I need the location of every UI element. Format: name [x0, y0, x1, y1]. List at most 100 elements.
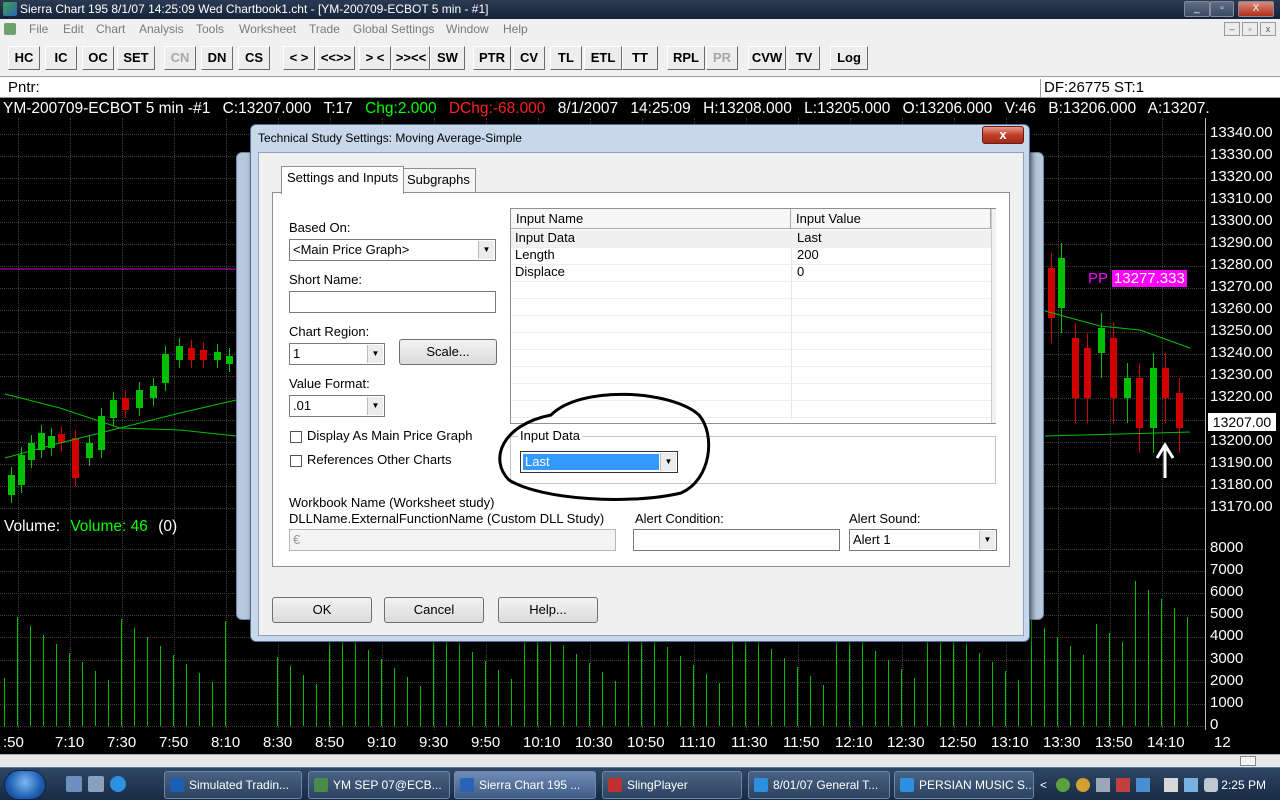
toolbar-button-sw[interactable]: SW — [430, 46, 465, 70]
short-name-input[interactable] — [289, 291, 496, 313]
based-on-select[interactable]: <Main Price Graph> ▼ — [289, 239, 496, 261]
toolbar-button-etl[interactable]: ETL — [584, 46, 622, 70]
menu-window[interactable]: Window — [446, 22, 489, 36]
menu-tools[interactable]: Tools — [196, 22, 224, 36]
show-desktop-icon[interactable] — [66, 776, 82, 792]
input-value-cell[interactable]: 200 — [793, 247, 819, 264]
network-icon[interactable] — [1164, 778, 1178, 792]
menu-edit[interactable]: Edit — [63, 22, 84, 36]
price-tick-label: 13340.00 — [1210, 124, 1273, 141]
display-main-checkbox[interactable] — [290, 431, 302, 443]
menu-worksheet[interactable]: Worksheet — [239, 22, 296, 36]
toolbar-button-tt[interactable]: TT — [622, 46, 658, 70]
close-button[interactable]: X — [1238, 1, 1274, 17]
volume-icon[interactable] — [1204, 778, 1218, 792]
internet-explorer-icon[interactable] — [110, 776, 126, 792]
menu-analysis[interactable]: Analysis — [139, 22, 184, 36]
switch-windows-icon[interactable] — [88, 776, 104, 792]
input-name-cell[interactable]: Input Data — [511, 230, 575, 247]
mdi-minimize-button[interactable]: – — [1224, 22, 1240, 36]
network-icon[interactable] — [1184, 778, 1198, 792]
task-label: 8/01/07 General T... — [773, 778, 879, 792]
toolbar-button-cn[interactable]: CN — [164, 46, 196, 70]
price-tick-label: 13250.00 — [1210, 322, 1273, 339]
toolbar-button-cvw[interactable]: CVW — [748, 46, 786, 70]
restore-button[interactable]: ▫ — [1210, 1, 1234, 17]
mdi-close-button[interactable]: x — [1260, 22, 1276, 36]
taskbar-task[interactable]: 8/01/07 General T... — [748, 771, 890, 799]
scale-button[interactable]: Scale... — [399, 339, 497, 365]
dialog-close-button[interactable]: x — [982, 126, 1024, 144]
toolbar-button-hc[interactable]: HC — [8, 46, 40, 70]
mdi-restore-button[interactable]: ▫ — [1242, 22, 1258, 36]
toolbar-button-xxx[interactable]: > < — [359, 46, 391, 70]
references-other-checkbox[interactable] — [290, 455, 302, 467]
toolbar-button-log[interactable]: Log — [830, 46, 868, 70]
tab-subgraphs[interactable]: Subgraphs — [401, 168, 476, 193]
toolbar-button-dn[interactable]: DN — [201, 46, 233, 70]
minimize-button[interactable]: _ — [1184, 1, 1210, 17]
toolbar-button-tl[interactable]: TL — [550, 46, 582, 70]
tray-app-icon[interactable] — [1096, 778, 1110, 792]
task-label: Sierra Chart 195 ... — [479, 778, 581, 792]
taskbar-task[interactable]: PERSIAN MUSIC S... — [894, 771, 1034, 799]
tray-expand-icon[interactable]: < — [1040, 778, 1047, 792]
toolbar-button-xxxx[interactable]: <<>> — [317, 46, 355, 70]
toolbar-button-set[interactable]: SET — [117, 46, 155, 70]
toolbar-button-tv[interactable]: TV — [788, 46, 820, 70]
cancel-button[interactable]: Cancel — [384, 597, 484, 623]
taskbar-task[interactable]: Sierra Chart 195 ... — [454, 771, 596, 799]
toolbar-button-cv[interactable]: CV — [513, 46, 545, 70]
references-other-label: References Other Charts — [307, 452, 452, 467]
input-value-cell[interactable]: 0 — [793, 264, 804, 281]
toolbar-button-oc[interactable]: OC — [82, 46, 114, 70]
value-format-select[interactable]: .01 ▼ — [289, 395, 385, 417]
input-name-cell[interactable]: Length — [511, 247, 555, 264]
task-app-icon — [460, 778, 474, 792]
tray-app-icon[interactable] — [1116, 778, 1130, 792]
menu-file[interactable]: File — [29, 22, 48, 36]
toolbar-button-ptr[interactable]: PTR — [473, 46, 511, 70]
tray-app-icon[interactable] — [1136, 778, 1150, 792]
grid-header-input-value[interactable]: Input Value — [791, 209, 991, 229]
input-data-group: Input Data Last ▼ — [510, 428, 996, 484]
tab-settings-and-inputs[interactable]: Settings and Inputs — [281, 166, 405, 194]
menu-global-settings[interactable]: Global Settings — [353, 22, 434, 36]
input-value-cell[interactable]: Last — [793, 230, 822, 247]
dll-input[interactable]: € — [289, 529, 616, 551]
toolbar-button-pr[interactable]: PR — [706, 46, 738, 70]
input-name-cell[interactable]: Displace — [511, 264, 565, 281]
help-button[interactable]: Help... — [498, 597, 598, 623]
chevron-down-icon: ▼ — [367, 397, 383, 415]
taskbar-task[interactable]: YM SEP 07@ECB... — [308, 771, 450, 799]
clock[interactable]: 2:25 PM — [1221, 778, 1266, 792]
grid-row-line — [511, 366, 991, 367]
inputs-grid[interactable]: Input Name Input Value Input Data Last L… — [510, 208, 996, 424]
time-tick-label: 12 — [1214, 734, 1231, 751]
taskbar-task[interactable]: SlingPlayer — [602, 771, 742, 799]
toolbar-button-xxxx[interactable]: >><< — [392, 46, 430, 70]
grid-scrollbar[interactable] — [991, 209, 996, 423]
input-data-select[interactable]: Last ▼ — [520, 451, 678, 473]
toolbar-button-cs[interactable]: CS — [238, 46, 270, 70]
tray-app-icon[interactable] — [1056, 778, 1070, 792]
alert-condition-input[interactable] — [633, 529, 840, 551]
tray-app-icon[interactable] — [1076, 778, 1090, 792]
toolbar-button-rpl[interactable]: RPL — [667, 46, 705, 70]
taskbar-task[interactable]: Simulated Tradin... — [164, 771, 302, 799]
price-tick-label: 13320.00 — [1210, 168, 1273, 185]
scrollbar-thumb[interactable] — [1240, 756, 1256, 766]
grid-header-input-name[interactable]: Input Name — [511, 209, 791, 229]
menu-trade[interactable]: Trade — [309, 22, 340, 36]
ok-button[interactable]: OK — [272, 597, 372, 623]
chart-region-select[interactable]: 1 ▼ — [289, 343, 385, 365]
menu-chart[interactable]: Chart — [96, 22, 125, 36]
toolbar-button-ic[interactable]: IC — [45, 46, 77, 70]
chart-scrollbar[interactable] — [0, 754, 1280, 767]
menu-help[interactable]: Help — [503, 22, 528, 36]
price-tick-label: 13240.00 — [1210, 344, 1273, 361]
price-tick-label: 13270.00 — [1210, 278, 1273, 295]
alert-sound-select[interactable]: Alert 1 ▼ — [849, 529, 997, 551]
toolbar-button-xxx[interactable]: < > — [283, 46, 315, 70]
start-button[interactable] — [4, 770, 46, 800]
